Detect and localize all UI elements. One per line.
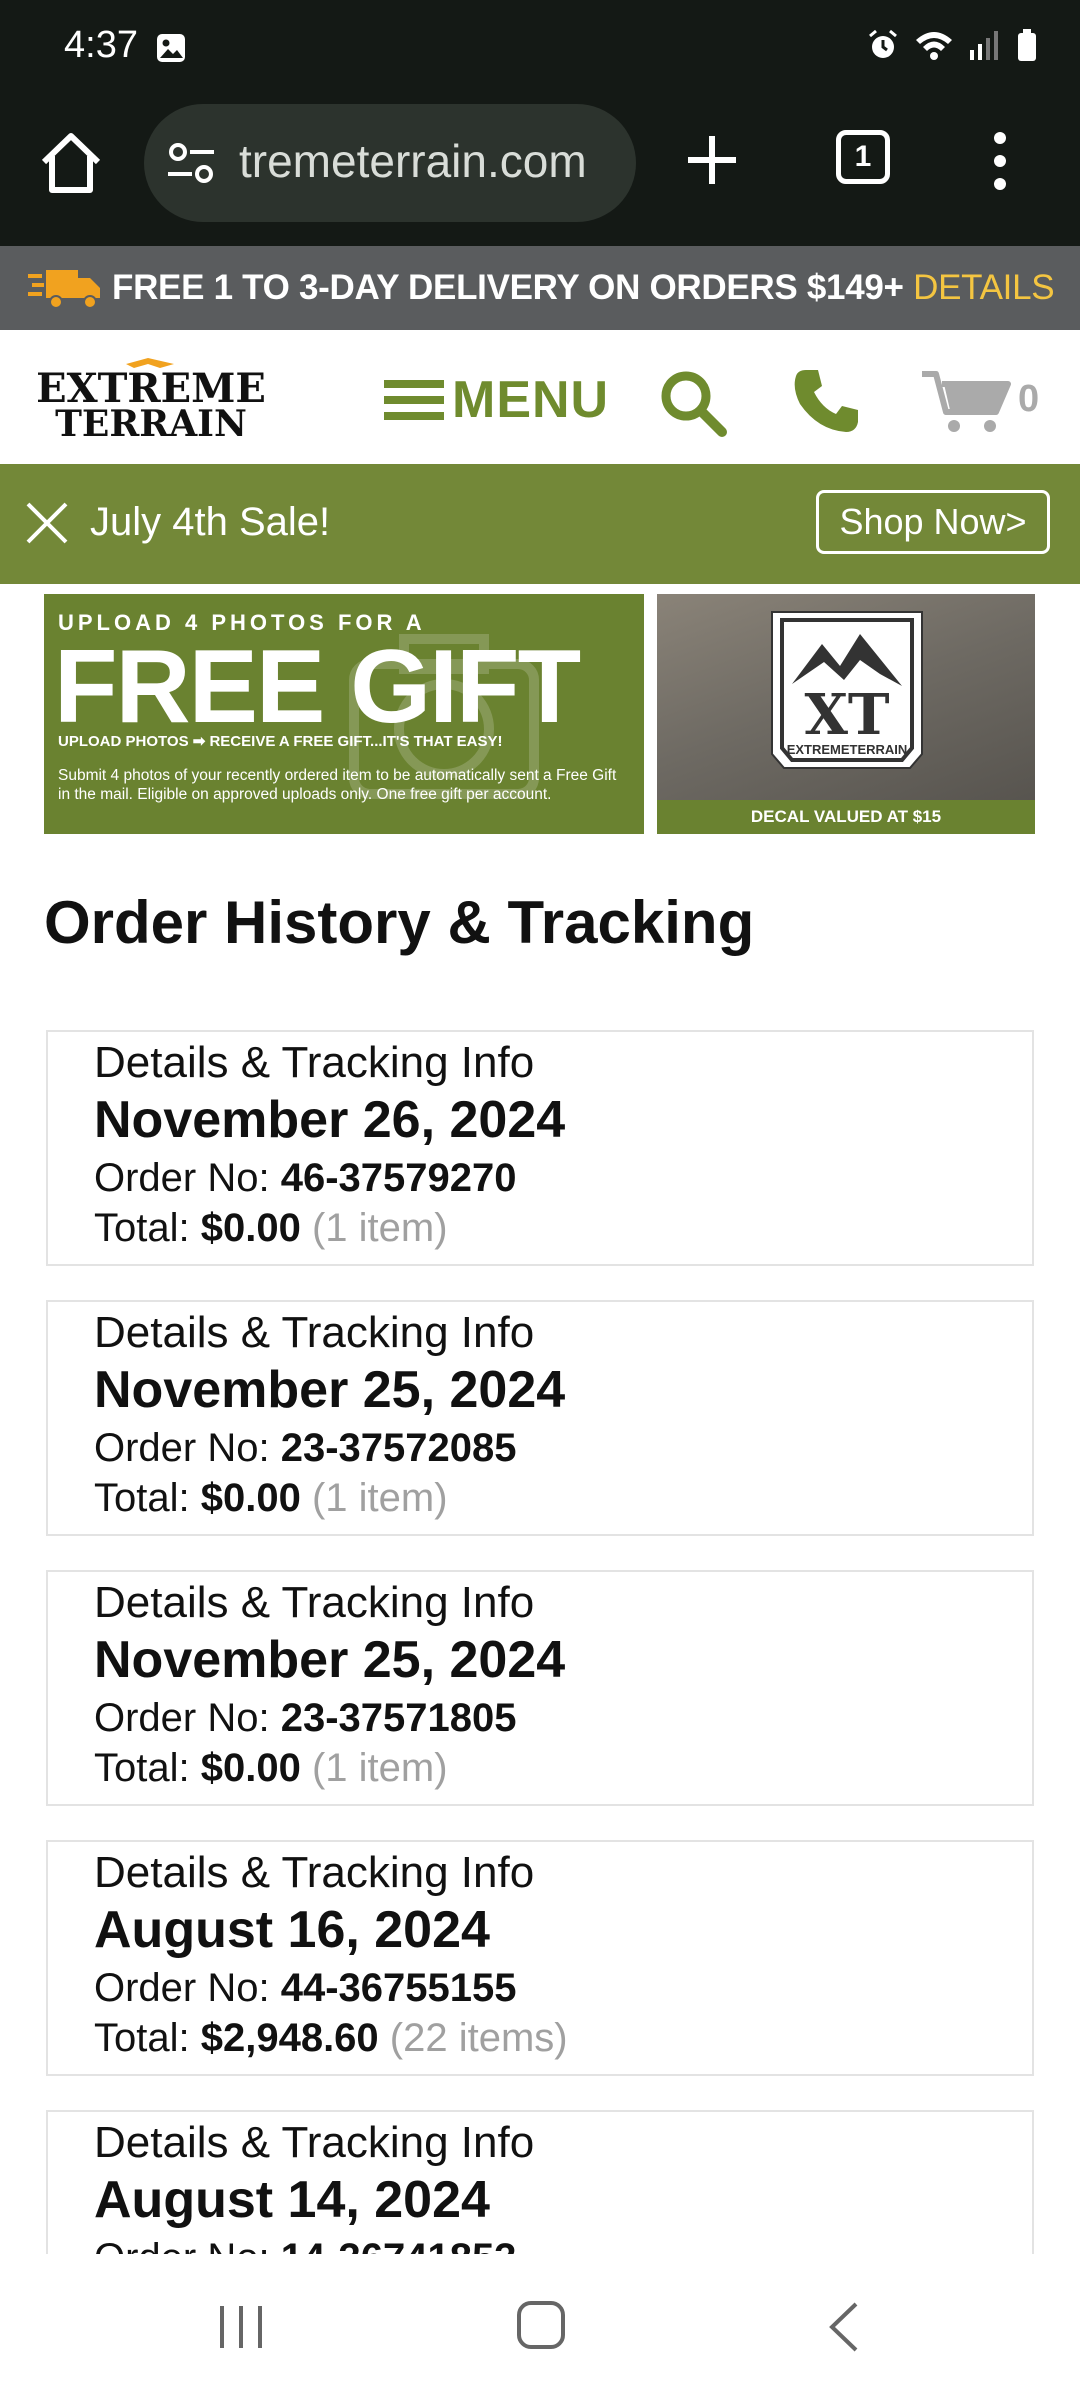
- order-number: Order No: 23-37572085: [94, 1426, 517, 1471]
- order-total-label: Total:: [94, 1206, 201, 1250]
- photo-icon: [157, 34, 185, 62]
- decal-caption: DECAL VALUED AT $15: [657, 800, 1035, 834]
- order-item-count: (1 item): [300, 1206, 448, 1250]
- url-text[interactable]: tremeterrain.com: [239, 134, 587, 188]
- decal-banner[interactable]: XT EXTREMETERRAIN DECAL VALUED AT $15: [657, 594, 1035, 834]
- order-details-link[interactable]: Details & Tracking Info: [94, 1038, 534, 1088]
- sale-banner: July 4th Sale! Shop Now>: [0, 464, 1080, 584]
- recents-icon[interactable]: [216, 2302, 266, 2352]
- order-number-value: 46-37579270: [280, 1156, 517, 1200]
- order-date: August 16, 2024: [94, 1901, 490, 1959]
- order-total: Total: $2,948.60 (22 items): [94, 2016, 568, 2061]
- sale-text: July 4th Sale!: [90, 500, 331, 544]
- promo-text: FREE 1 TO 3-DAY DELIVERY ON ORDERS $149+…: [112, 268, 1055, 308]
- close-icon[interactable]: [24, 500, 70, 546]
- logo-line2: TERRAIN: [55, 403, 247, 442]
- status-time: 4:37: [64, 24, 138, 66]
- order-number-label: Order No:: [94, 1966, 281, 2010]
- cart-button[interactable]: 0: [920, 366, 1040, 436]
- promo-strip[interactable]: FREE 1 TO 3-DAY DELIVERY ON ORDERS $149+…: [0, 246, 1080, 330]
- menu-button[interactable]: MENU: [384, 370, 609, 430]
- order-item-count: (1 item): [300, 1476, 448, 1520]
- order-total-label: Total:: [94, 2016, 201, 2060]
- shop-now-button[interactable]: Shop Now>: [816, 490, 1050, 554]
- order-number-label: Order No:: [94, 1426, 281, 1470]
- menu-icon: [384, 380, 444, 420]
- plus-icon[interactable]: [682, 130, 742, 190]
- order-details-link[interactable]: Details & Tracking Info: [94, 1578, 534, 1628]
- cart-count: 0: [1018, 378, 1040, 420]
- free-gift-banner[interactable]: UPLOAD 4 PHOTOS FOR A FREE GIFT UPLOAD P…: [44, 594, 644, 834]
- battery-icon: [1018, 29, 1036, 61]
- extremeterrain-logo[interactable]: EXTREME TERRAIN: [28, 358, 274, 442]
- order-number-value: 23-37572085: [280, 1426, 517, 1470]
- order-card[interactable]: Details & Tracking Info August 16, 2024 …: [46, 1840, 1034, 2076]
- system-icons: [866, 28, 1038, 62]
- order-item-count: (22 items): [378, 2016, 568, 2060]
- home-icon[interactable]: [34, 126, 108, 200]
- promo-details-link[interactable]: DETAILS: [913, 268, 1054, 307]
- tabs-icon[interactable]: 1: [836, 130, 890, 184]
- cart-icon: [922, 371, 1011, 432]
- gift-line3: UPLOAD PHOTOS ➡ RECEIVE A FREE GIFT...IT…: [58, 733, 503, 750]
- more-icon[interactable]: [990, 126, 1010, 196]
- back-icon[interactable]: [826, 2300, 862, 2354]
- order-total-value: $0.00: [200, 1746, 301, 1790]
- order-total-label: Total:: [94, 1476, 201, 1520]
- order-number: Order No: 23-37571805: [94, 1696, 517, 1741]
- order-card[interactable]: Details & Tracking Info November 25, 202…: [46, 1300, 1034, 1536]
- truck-icon: [28, 270, 100, 309]
- search-icon[interactable]: [658, 368, 728, 438]
- order-date: November 25, 2024: [94, 1361, 566, 1419]
- system-navigation-bar: [0, 2254, 1080, 2400]
- order-total: Total: $0.00 (1 item): [94, 1746, 448, 1791]
- status-bar: 4:37: [0, 0, 1080, 96]
- order-date: November 25, 2024: [94, 1631, 566, 1689]
- wifi-icon: [916, 32, 952, 60]
- order-total-label: Total:: [94, 1746, 201, 1790]
- alarm-icon: [869, 29, 897, 58]
- order-card[interactable]: Details & Tracking Info November 25, 202…: [46, 1570, 1034, 1806]
- order-total-value: $0.00: [200, 1476, 301, 1520]
- menu-label[interactable]: MENU: [452, 370, 609, 430]
- order-number: Order No: 44-36755155: [94, 1966, 517, 2011]
- order-number-value: 23-37571805: [280, 1696, 517, 1740]
- svg-text:XT: XT: [804, 682, 889, 748]
- site-header: EXTREME TERRAIN MENU 0: [0, 330, 1080, 464]
- order-total: Total: $0.00 (1 item): [94, 1206, 448, 1251]
- order-details-link[interactable]: Details & Tracking Info: [94, 1848, 534, 1898]
- order-date: August 14, 2024: [94, 2171, 490, 2229]
- order-total-value: $2,948.60: [200, 2016, 379, 2060]
- order-number: Order No: 46-37579270: [94, 1156, 517, 1201]
- gift-headline: FREE GIFT: [54, 629, 581, 745]
- order-item-count: (1 item): [300, 1746, 448, 1790]
- order-number-label: Order No:: [94, 1696, 281, 1740]
- order-details-link[interactable]: Details & Tracking Info: [94, 1308, 534, 1358]
- order-details-link[interactable]: Details & Tracking Info: [94, 2118, 534, 2168]
- page-title: Order History & Tracking: [44, 889, 755, 956]
- order-number-label: Order No:: [94, 1156, 281, 1200]
- nav-home-icon[interactable]: [516, 2300, 566, 2350]
- tune-icon[interactable]: [166, 140, 216, 186]
- order-number-value: 44-36755155: [280, 1966, 517, 2010]
- phone-icon[interactable]: [790, 366, 860, 436]
- order-total-value: $0.00: [200, 1206, 301, 1250]
- url-value[interactable]: tremeterrain.com: [239, 135, 587, 187]
- order-total: Total: $0.00 (1 item): [94, 1476, 448, 1521]
- browser-toolbar: tremeterrain.com 1: [0, 96, 1080, 246]
- decal-brand: EXTREMETERRAIN: [787, 742, 908, 757]
- address-bar[interactable]: tremeterrain.com: [144, 104, 636, 222]
- order-card[interactable]: Details & Tracking Info November 26, 202…: [46, 1030, 1034, 1266]
- gift-body: Submit 4 photos of your recently ordered…: [58, 767, 617, 803]
- promo-message: FREE 1 TO 3-DAY DELIVERY ON ORDERS $149+: [112, 268, 904, 307]
- order-date: November 26, 2024: [94, 1091, 566, 1149]
- signal-icon: [970, 31, 998, 60]
- xt-decal-icon: XT EXTREMETERRAIN: [771, 611, 923, 769]
